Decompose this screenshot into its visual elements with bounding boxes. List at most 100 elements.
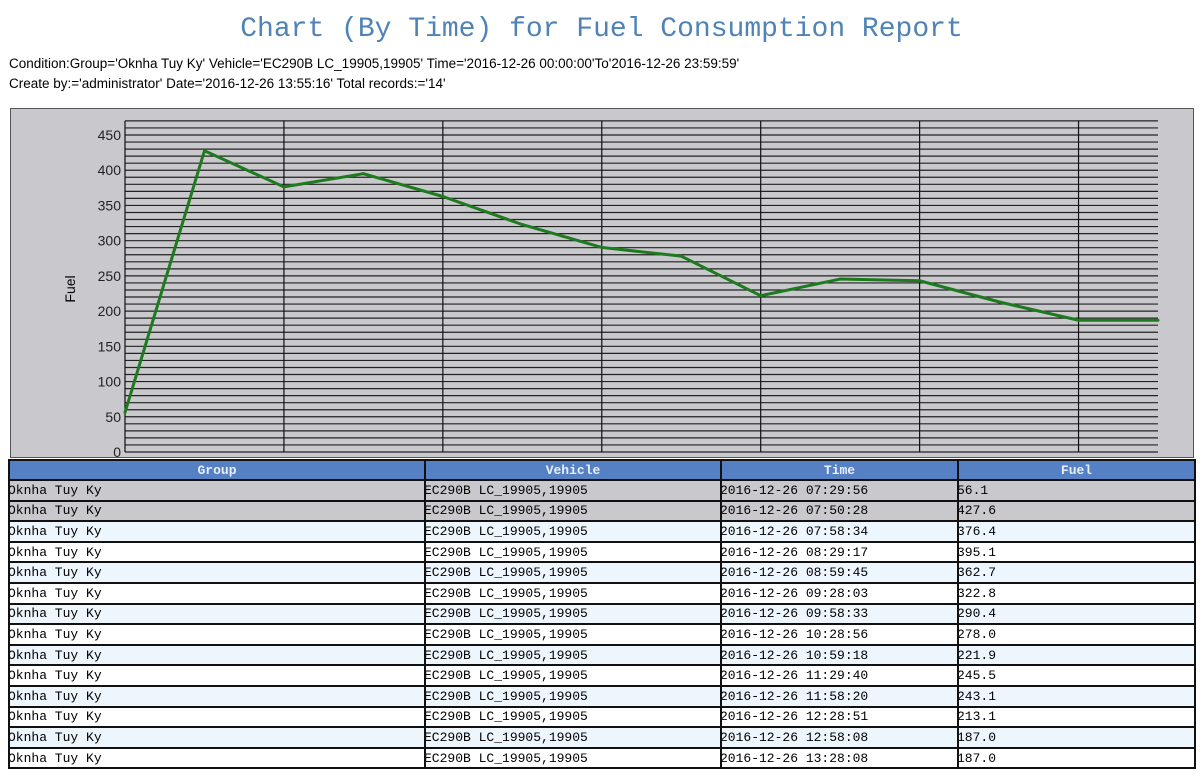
cell-fuel: 187.0 <box>957 726 1196 749</box>
cell-time: 2016-12-26 07:29:56 <box>720 479 959 502</box>
cell-vehicle: EC290B LC_19905,19905 <box>424 602 722 626</box>
page-title: Chart (By Time) for Fuel Consumption Rep… <box>240 14 963 45</box>
y-tick-label: 250 <box>98 268 122 284</box>
table-row[interactable]: Oknha Tuy Ky EC290B LC_19905,19905 2016-12… <box>8 643 1196 667</box>
data-point <box>679 254 683 258</box>
cell-vehicle: EC290B LC_19905,19905 <box>424 540 722 564</box>
fuel-records-table: Group Vehicle Time Fuel Oknha Tuy Ky EC290B … <box>8 459 1196 770</box>
table-row[interactable]: Oknha Tuy Ky EC290B LC_19905,19905 2016-12… <box>8 684 1196 708</box>
cell-time: 2016-12-26 07:58:34 <box>720 520 959 543</box>
cell-fuel: 427.6 <box>957 499 1196 523</box>
cell-vehicle: EC290B LC_19905,19905 <box>424 643 722 667</box>
cell-vehicle: EC290B LC_19905,19905 <box>424 746 722 770</box>
table-row[interactable]: Oknha Tuy Ky EC290B LC_19905,19905 2016-12… <box>8 520 1196 543</box>
cell-group: Oknha Tuy Ky <box>8 643 426 667</box>
y-tick-label: 200 <box>98 303 122 319</box>
cell-vehicle: EC290B LC_19905,19905 <box>424 726 722 749</box>
cell-time: 2016-12-26 07:50:28 <box>720 499 959 523</box>
cell-fuel: 278.0 <box>957 623 1196 646</box>
cell-group: Oknha Tuy Ky <box>8 726 426 749</box>
table-row[interactable]: Oknha Tuy Ky EC290B LC_19905,19905 2016-12… <box>8 499 1196 523</box>
cell-fuel: 290.4 <box>957 602 1196 626</box>
cell-fuel: 362.7 <box>957 561 1196 584</box>
y-axis-label: Fuel <box>62 275 78 302</box>
cell-group: Oknha Tuy Ky <box>8 520 426 543</box>
data-point <box>361 172 365 176</box>
data-point <box>520 223 524 227</box>
cell-fuel: 322.8 <box>957 581 1196 605</box>
cell-time: 2016-12-26 09:58:33 <box>720 602 959 626</box>
y-tick-label: 300 <box>98 233 122 249</box>
cell-group: Oknha Tuy Ky <box>8 479 426 502</box>
table-row[interactable]: Oknha Tuy Ky EC290B LC_19905,19905 2016-12… <box>8 746 1196 770</box>
column-header-vehicle[interactable]: Vehicle <box>424 459 722 481</box>
cell-vehicle: EC290B LC_19905,19905 <box>424 479 722 502</box>
data-point <box>759 294 763 298</box>
cell-time: 2016-12-26 13:28:08 <box>720 746 959 770</box>
cell-time: 2016-12-26 12:58:08 <box>720 726 959 749</box>
cell-group: Oknha Tuy Ky <box>8 705 426 729</box>
column-header-fuel[interactable]: Fuel <box>957 459 1196 481</box>
cell-time: 2016-12-26 08:59:45 <box>720 561 959 584</box>
cell-group: Oknha Tuy Ky <box>8 746 426 770</box>
cell-fuel: 187.0 <box>957 746 1196 770</box>
fuel-series-line <box>123 149 1158 413</box>
y-tick-label: 150 <box>98 338 122 354</box>
data-point <box>123 410 127 414</box>
table-row[interactable]: Oknha Tuy Ky EC290B LC_19905,19905 2016-12… <box>8 705 1196 729</box>
fuel-line-chart: 0 50 100 150 200 250 300 350 400 450 Fuel <box>62 120 1160 459</box>
y-tick-label: 350 <box>98 197 122 213</box>
cell-fuel: 243.1 <box>957 684 1196 708</box>
table-row[interactable]: Oknha Tuy Ky EC290B LC_19905,19905 2016-12… <box>8 726 1196 749</box>
cell-fuel: 376.4 <box>957 520 1196 543</box>
cell-group: Oknha Tuy Ky <box>8 581 426 605</box>
cell-time: 2016-12-26 11:29:40 <box>720 664 959 687</box>
table-row[interactable]: Oknha Tuy Ky EC290B LC_19905,19905 2016-12… <box>8 664 1196 687</box>
cell-time: 2016-12-26 10:28:56 <box>720 623 959 646</box>
cell-vehicle: EC290B LC_19905,19905 <box>424 561 722 584</box>
y-tick-label: 450 <box>98 127 122 143</box>
cell-group: Oknha Tuy Ky <box>8 561 426 584</box>
cell-vehicle: EC290B LC_19905,19905 <box>424 684 722 708</box>
table-row[interactable]: Oknha Tuy Ky EC290B LC_19905,19905 2016-12… <box>8 581 1196 605</box>
y-tick-label: 50 <box>105 409 121 425</box>
cell-time: 2016-12-26 09:28:03 <box>720 581 959 605</box>
table-row[interactable]: Oknha Tuy Ky EC290B LC_19905,19905 2016-12… <box>8 561 1196 584</box>
cell-vehicle: EC290B LC_19905,19905 <box>424 705 722 729</box>
y-tick-label: 100 <box>98 374 122 390</box>
cell-time: 2016-12-26 08:29:17 <box>720 540 959 564</box>
cell-group: Oknha Tuy Ky <box>8 664 426 687</box>
cell-group: Oknha Tuy Ky <box>8 540 426 564</box>
create-info-text: Create by:='administrator' Date='2016-12… <box>9 76 446 91</box>
cell-time: 2016-12-26 12:28:51 <box>720 705 959 729</box>
data-point <box>918 279 922 283</box>
chart-panel: 0 50 100 150 200 250 300 350 400 450 Fuel <box>10 108 1194 459</box>
column-header-group[interactable]: Group <box>8 459 426 481</box>
cell-vehicle: EC290B LC_19905,19905 <box>424 581 722 605</box>
table-header-row: Group Vehicle Time Fuel <box>8 459 1196 481</box>
cell-vehicle: EC290B LC_19905,19905 <box>424 623 722 646</box>
data-point <box>441 194 445 198</box>
data-point <box>600 245 604 249</box>
data-point <box>838 277 842 281</box>
y-tick-label: 0 <box>113 444 121 459</box>
y-axis-ticks: 0 50 100 150 200 250 300 350 400 450 <box>98 127 122 459</box>
y-tick-label: 400 <box>98 162 122 178</box>
cell-vehicle: EC290B LC_19905,19905 <box>424 520 722 543</box>
cell-fuel: 395.1 <box>957 540 1196 564</box>
table-row[interactable]: Oknha Tuy Ky EC290B LC_19905,19905 2016-12… <box>8 540 1196 564</box>
data-point <box>202 149 206 153</box>
table-row[interactable]: Oknha Tuy Ky EC290B LC_19905,19905 2016-12… <box>8 479 1196 502</box>
data-point <box>1156 318 1160 322</box>
cell-group: Oknha Tuy Ky <box>8 499 426 523</box>
table-row[interactable]: Oknha Tuy Ky EC290B LC_19905,19905 2016-12… <box>8 602 1196 626</box>
cell-time: 2016-12-26 11:58:20 <box>720 684 959 708</box>
cell-group: Oknha Tuy Ky <box>8 684 426 708</box>
table-row[interactable]: Oknha Tuy Ky EC290B LC_19905,19905 2016-12… <box>8 623 1196 646</box>
cell-group: Oknha Tuy Ky <box>8 602 426 626</box>
column-header-time[interactable]: Time <box>720 459 959 481</box>
cell-group: Oknha Tuy Ky <box>8 623 426 646</box>
chart-grid <box>124 120 1158 453</box>
cell-time: 2016-12-26 10:59:18 <box>720 643 959 667</box>
cell-fuel: 56.1 <box>957 479 1196 502</box>
